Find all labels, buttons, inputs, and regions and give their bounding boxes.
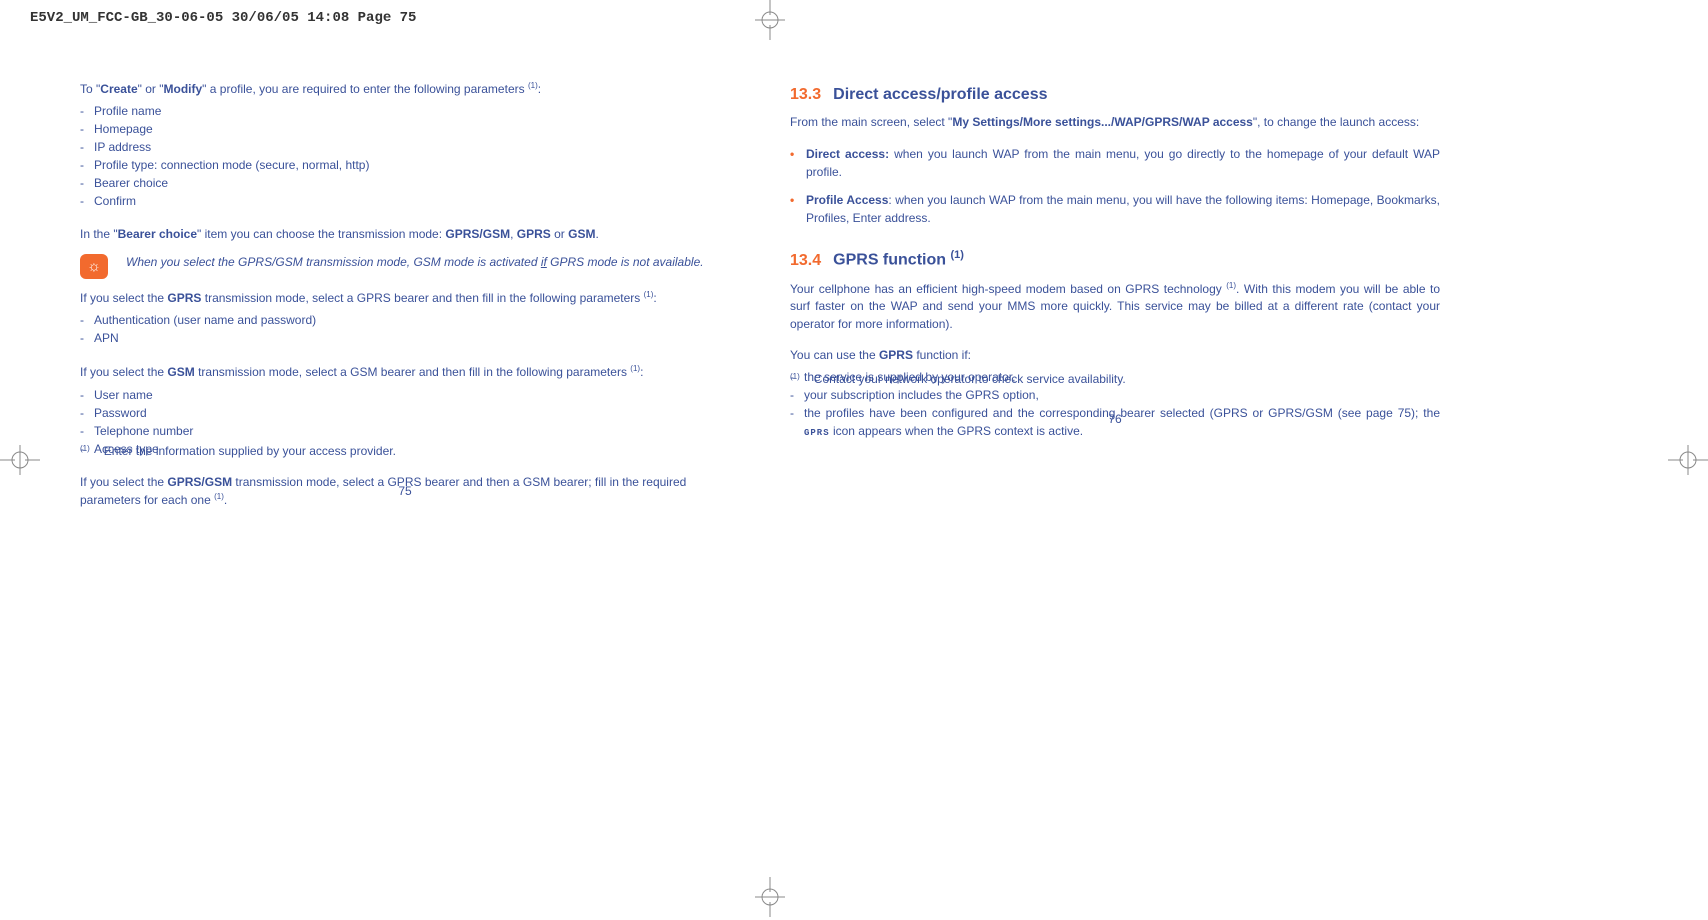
section-13-3-intro: From the main screen, select "My Setting… (790, 114, 1440, 131)
crop-mark-left (0, 440, 40, 480)
crop-mark-top (750, 0, 790, 40)
param-item: Password (94, 404, 730, 422)
gprs-cond-item: the profiles have been configured and th… (804, 404, 1440, 441)
crop-mark-bottom (750, 877, 790, 917)
page-number: 75 (398, 484, 411, 498)
page-75: To "Create" or "Modify" a profile, you a… (80, 80, 730, 513)
footnote: (1) Contact your network operator to che… (790, 372, 1126, 386)
param-item: Profile name (94, 102, 730, 120)
page-number: 76 (1108, 412, 1121, 426)
param-item: Confirm (94, 192, 730, 210)
gprs-cond-item: your subscription includes the GPRS opti… (804, 386, 1440, 404)
param-item: Bearer choice (94, 174, 730, 192)
footnote: (1) Enter the information supplied by yo… (80, 444, 396, 458)
create-modify-intro: To "Create" or "Modify" a profile, you a… (80, 80, 730, 98)
gprs-inline-icon: GPRS (804, 428, 830, 438)
param-item: User name (94, 386, 730, 404)
param-item: IP address (94, 138, 730, 156)
gsm-mode-intro: If you select the GSM transmission mode,… (80, 363, 730, 381)
bullet-direct-access: Direct access: when you launch WAP from … (806, 145, 1440, 181)
bullet-profile-access: Profile Access: when you launch WAP from… (806, 191, 1440, 227)
section-13-3-heading: 13.3Direct access/profile access (790, 86, 1440, 104)
param-item: Authentication (user name and password) (94, 311, 730, 329)
tip-box: ☼ When you select the GPRS/GSM transmiss… (80, 254, 730, 279)
tip-icon: ☼ (80, 254, 108, 279)
section-13-4-p2: You can use the GPRS function if: (790, 347, 1440, 364)
crop-mark-right (1668, 440, 1708, 480)
param-item: Telephone number (94, 422, 730, 440)
bearer-choice-line: In the "Bearer choice" item you can choo… (80, 226, 730, 243)
section-13-4-heading: 13.4GPRS function (1) (790, 249, 1440, 269)
section-13-4-p1: Your cellphone has an efficient high-spe… (790, 280, 1440, 333)
tip-text: When you select the GPRS/GSM transmissio… (126, 254, 704, 271)
gprs-mode-intro: If you select the GPRS transmission mode… (80, 289, 730, 307)
page-76: 13.3Direct access/profile access From th… (790, 80, 1440, 441)
print-header: E5V2_UM_FCC-GB_30-06-05 30/06/05 14:08 P… (30, 10, 416, 26)
param-item: APN (94, 329, 730, 347)
param-item: Profile type: connection mode (secure, n… (94, 156, 730, 174)
param-item: Homepage (94, 120, 730, 138)
